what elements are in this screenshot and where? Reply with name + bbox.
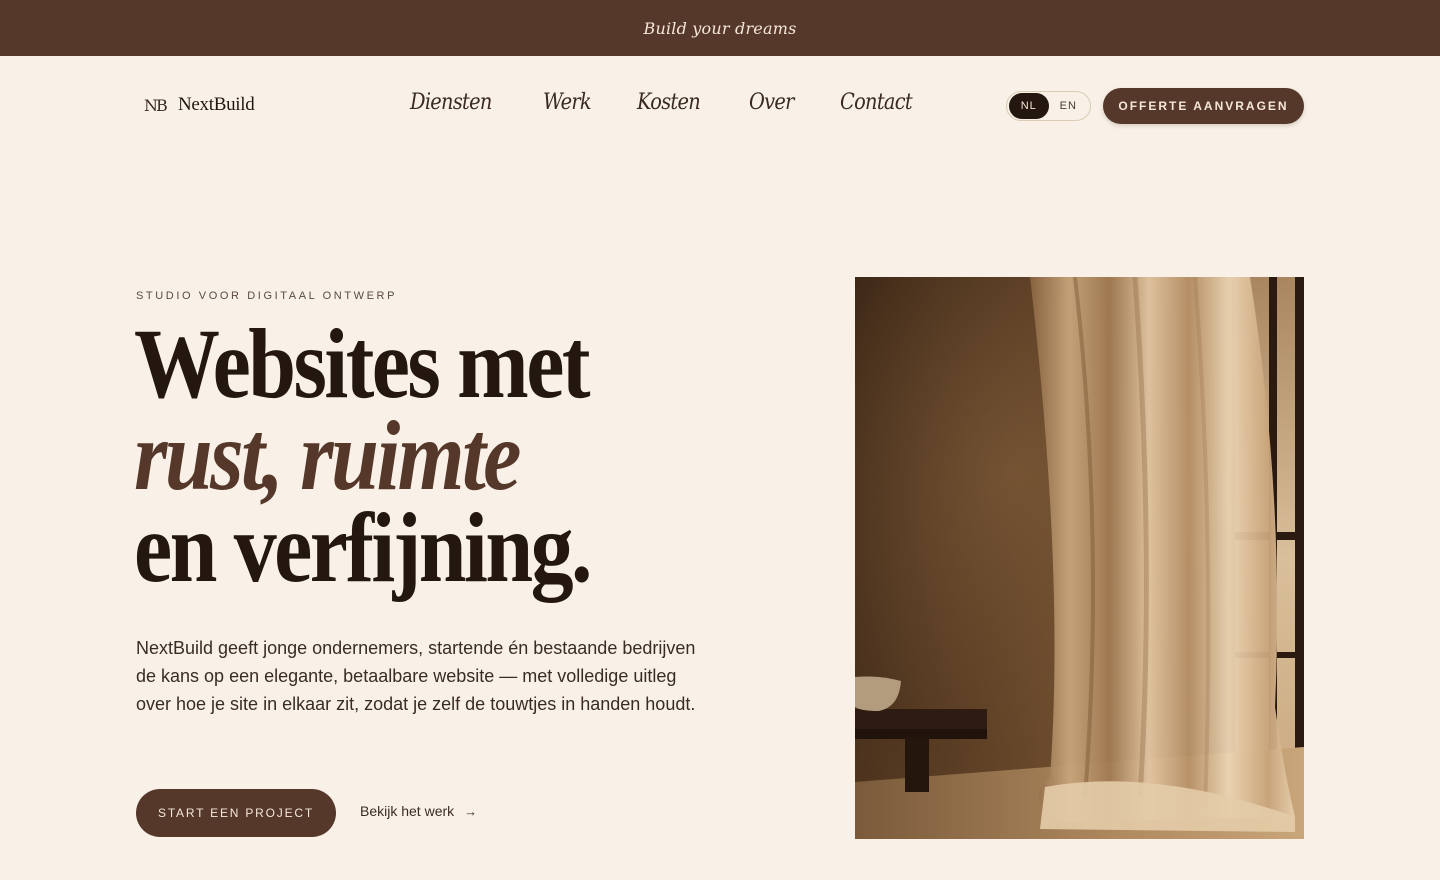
headline-line-2: rust, ruimte — [134, 400, 521, 511]
nav-item-over[interactable]: Over — [749, 90, 794, 115]
brand-logo-link[interactable]: NB NextBuild — [144, 94, 255, 116]
nav-item-contact[interactable]: Contact — [840, 90, 913, 115]
nav-item-diensten[interactable]: Diensten — [410, 90, 492, 115]
view-work-link[interactable]: Bekijk het werk → — [360, 803, 477, 819]
brand-monogram-icon: NB — [144, 95, 168, 115]
hero-headline: Websites met rust, ruimte en verfijning. — [134, 308, 664, 603]
headline-line-3: en verfijning. — [134, 492, 593, 603]
site-header: NB NextBuild Diensten Werk Kosten Over C… — [0, 56, 1440, 156]
start-project-button[interactable]: START EEN PROJECT — [136, 789, 336, 837]
arrow-right-icon: → — [464, 803, 478, 819]
request-quote-button[interactable]: OFFERTE AANVRAGEN — [1103, 88, 1304, 124]
announcement-text: Build your dreams — [643, 18, 797, 38]
language-option-en[interactable]: EN — [1049, 93, 1089, 119]
nav-item-werk[interactable]: Werk — [543, 90, 592, 115]
language-toggle: NL EN — [1006, 91, 1091, 121]
main-nav: Diensten Werk Kosten Over Contact — [410, 90, 922, 115]
view-work-label: Bekijk het werk — [360, 803, 455, 819]
headline-line-1: Websites met — [134, 308, 590, 419]
nav-item-kosten[interactable]: Kosten — [637, 90, 701, 115]
interior-curtain-photo — [855, 277, 1304, 839]
hero-eyebrow: STUDIO VOOR DIGITAAL ONTWERP — [136, 290, 398, 302]
announcement-bar: Build your dreams — [0, 0, 1440, 56]
language-option-nl[interactable]: NL — [1009, 93, 1049, 119]
hero-lead-text: NextBuild geeft jonge ondernemers, start… — [136, 638, 696, 714]
brand-name: NextBuild — [178, 94, 255, 115]
hero-image — [855, 277, 1304, 839]
